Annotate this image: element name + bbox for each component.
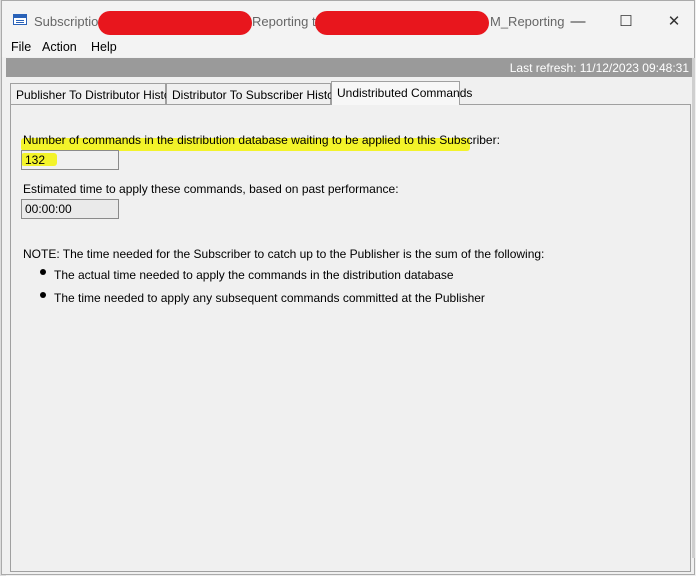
- menu-bar: File Action Help: [2, 39, 694, 57]
- commands-count-label: Number of commands in the distribution d…: [23, 133, 500, 147]
- menu-action[interactable]: Action: [42, 40, 77, 54]
- status-bar: Last refresh: 11/12/2023 09:48:31: [6, 58, 692, 77]
- bullet-icon: [40, 269, 46, 275]
- close-button[interactable]: ✕: [651, 9, 696, 35]
- window-title-part1: Subscription: [34, 14, 106, 29]
- tab-undistributed-commands[interactable]: Undistributed Commands: [331, 81, 472, 105]
- window-title-part3: M_Reporting: [490, 14, 565, 29]
- minimize-button[interactable]: —: [555, 9, 601, 35]
- redaction-mark-1: [98, 11, 252, 35]
- menu-help[interactable]: Help: [91, 40, 117, 54]
- undistributed-commands-panel: Number of commands in the distribution d…: [10, 104, 691, 572]
- redaction-mark-2: [315, 11, 489, 35]
- window-title-part2: Reporting to: [252, 14, 323, 29]
- commands-count-value: 132: [25, 153, 46, 167]
- menu-file[interactable]: File: [11, 40, 31, 54]
- tab-publisher-to-distributor[interactable]: Publisher To Distributor History: [10, 83, 181, 104]
- bullet-icon: [40, 292, 46, 298]
- title-bar: Subscription Reporting to M_Reporting — …: [2, 1, 694, 39]
- commands-count-field[interactable]: 132: [21, 150, 119, 170]
- estimated-time-label: Estimated time to apply these commands, …: [23, 182, 399, 196]
- tab-distributor-to-subscriber[interactable]: Distributor To Subscriber History: [166, 83, 344, 104]
- app-window-icon: [13, 14, 27, 25]
- last-refresh-text: Last refresh: 11/12/2023 09:48:31: [509, 61, 689, 75]
- maximize-button[interactable]: ☐: [603, 9, 649, 35]
- subscription-window: Subscription Reporting to M_Reporting — …: [1, 0, 695, 575]
- note-bullet-2: The time needed to apply any subsequent …: [54, 291, 485, 305]
- note-bullet-1: The actual time needed to apply the comm…: [54, 268, 454, 282]
- estimated-time-field[interactable]: 00:00:00: [21, 199, 119, 219]
- background-scrollbar-edge: [692, 58, 695, 558]
- catch-up-note: NOTE: The time needed for the Subscriber…: [23, 247, 545, 261]
- estimated-time-value: 00:00:00: [25, 202, 72, 216]
